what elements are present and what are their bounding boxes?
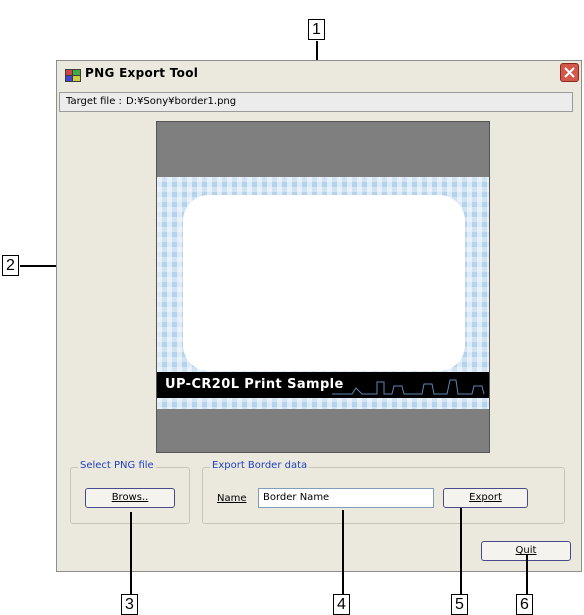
- print-area: [183, 195, 465, 371]
- browse-button[interactable]: Brows..: [85, 488, 175, 508]
- close-icon: [564, 67, 575, 78]
- name-field-label: Name: [217, 493, 247, 504]
- callout-3: 3: [121, 594, 138, 615]
- callout-6-leader: [526, 555, 528, 594]
- callout-5-leader: [460, 508, 462, 594]
- close-button[interactable]: [560, 63, 579, 82]
- png-export-tool-window: PNG Export Tool Target file : D:¥Sony¥bo…: [56, 60, 582, 572]
- callout-3-leader: [130, 512, 132, 594]
- callout-4-leader: [342, 510, 344, 594]
- export-button[interactable]: Export: [443, 488, 528, 508]
- border-name-input[interactable]: Border Name: [258, 488, 434, 508]
- callout-5: 5: [451, 594, 468, 615]
- callout-2: 2: [2, 255, 19, 276]
- callout-1: 1: [308, 19, 325, 40]
- target-file-path: D:¥Sony¥border1.png: [126, 96, 237, 107]
- png-app-icon: [65, 67, 81, 82]
- print-sample-band: UP-CR20L Print Sample: [157, 372, 489, 398]
- callout-4: 4: [333, 594, 350, 615]
- callout-6: 6: [516, 594, 533, 615]
- export-border-data-title: Export Border data: [210, 460, 310, 471]
- border-preview: UP-CR20L Print Sample: [156, 121, 490, 453]
- print-sample-text: UP-CR20L Print Sample: [165, 377, 344, 392]
- window-title: PNG Export Tool: [85, 66, 199, 80]
- select-png-file-title: Select PNG file: [78, 460, 156, 471]
- target-file-bar: Target file : D:¥Sony¥border1.png: [59, 92, 573, 112]
- title-bar[interactable]: PNG Export Tool: [57, 61, 581, 87]
- skyline-graphic: [332, 379, 485, 395]
- target-file-label: Target file :: [66, 96, 122, 107]
- export-border-data-group: Export Border data Name Border Name Expo…: [202, 460, 565, 524]
